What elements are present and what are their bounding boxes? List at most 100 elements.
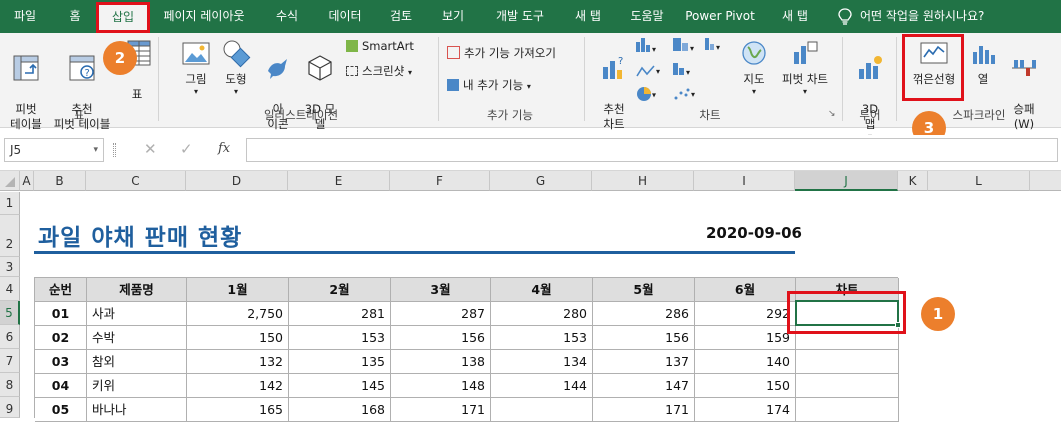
cell-chart[interactable] [796, 374, 899, 398]
row-header-9[interactable]: 9 [0, 397, 20, 418]
tell-me-search[interactable]: 어떤 작업을 원하시나요? [860, 0, 1010, 33]
header-cell-chart[interactable]: 차트 [796, 278, 899, 302]
chevron-down-icon[interactable]: ▾ [93, 139, 98, 161]
fill-handle[interactable] [895, 322, 901, 328]
cell-m4[interactable]: 280 [491, 302, 593, 326]
column-header-a[interactable]: A [20, 171, 34, 191]
header-cell-m1[interactable]: 1월 [187, 278, 289, 302]
tab-formulas[interactable]: 수식 [264, 0, 310, 33]
column-chart-button[interactable]: ▾ [636, 38, 656, 55]
cell-m1[interactable]: 165 [187, 398, 289, 422]
hierarchy-chart-button[interactable]: ▾ [673, 38, 694, 54]
picture-button[interactable]: 그림 ▾ [176, 38, 216, 97]
cell-m5[interactable]: 286 [593, 302, 695, 326]
lightbulb-icon[interactable] [830, 0, 860, 33]
cell-m2[interactable]: 153 [289, 326, 391, 350]
row-header-4[interactable]: 4 [0, 277, 20, 301]
column-header-f[interactable]: F [390, 171, 490, 191]
cell-m5[interactable]: 137 [593, 350, 695, 374]
tab-new-1[interactable]: 새 탭 [563, 0, 613, 33]
cell-m1[interactable]: 132 [187, 350, 289, 374]
cell-m2[interactable]: 281 [289, 302, 391, 326]
sheet-title[interactable]: 과일 야채 판매 현황 [38, 218, 242, 252]
line-chart-button[interactable]: ▾ [636, 63, 660, 78]
sparkline-line-button[interactable]: 꺾은선형 [905, 38, 963, 87]
cell-m1[interactable]: 142 [187, 374, 289, 398]
cell-m4[interactable] [491, 398, 593, 422]
smartart-button[interactable]: SmartArt [346, 39, 414, 53]
column-header-d[interactable]: D [186, 171, 288, 191]
cell-m3[interactable]: 171 [391, 398, 491, 422]
cell-m3[interactable]: 156 [391, 326, 491, 350]
insert-function-icon[interactable]: fx [218, 141, 230, 156]
header-cell-m2[interactable]: 2월 [289, 278, 391, 302]
column-header-b[interactable]: B [34, 171, 86, 191]
cell-m2[interactable]: 145 [289, 374, 391, 398]
tab-page-layout[interactable]: 페이지 레이아웃 [154, 0, 254, 33]
enter-icon[interactable]: ✓ [180, 140, 193, 158]
cell-chart[interactable] [796, 326, 899, 350]
cell-m2[interactable]: 168 [289, 398, 391, 422]
tab-data[interactable]: 데이터 [318, 0, 372, 33]
tab-developer[interactable]: 개발 도구 [484, 0, 556, 33]
cell-m5[interactable]: 171 [593, 398, 695, 422]
cell-chart[interactable] [796, 350, 899, 374]
tab-new-2[interactable]: 새 탭 [770, 0, 820, 33]
column-header-h[interactable]: H [592, 171, 694, 191]
screenshot-button[interactable]: 스크린샷 ▾ [346, 63, 412, 79]
name-box[interactable]: J5 ▾ [4, 138, 104, 162]
header-cell-seq[interactable]: 순번 [35, 278, 87, 302]
row-header-7[interactable]: 7 [0, 349, 20, 373]
cell-m5[interactable]: 147 [593, 374, 695, 398]
my-addins-button[interactable]: 내 추가 기능 ▾ [447, 77, 531, 93]
cell-m6[interactable]: 140 [695, 350, 796, 374]
cell-m5[interactable]: 156 [593, 326, 695, 350]
cell-m4[interactable]: 153 [491, 326, 593, 350]
row-header-8[interactable]: 8 [0, 373, 20, 397]
column-header-k[interactable]: K [898, 171, 928, 191]
cell-name[interactable]: 참외 [87, 350, 187, 374]
pie-chart-button[interactable]: ▾ [636, 86, 656, 102]
waterfall-chart-button[interactable]: ▾ [705, 38, 720, 53]
cell-name[interactable]: 수박 [87, 326, 187, 350]
scatter-chart-button[interactable]: ▾ [673, 86, 695, 101]
get-addins-button[interactable]: 추가 기능 가져오기 [447, 45, 556, 61]
cell-m3[interactable]: 287 [391, 302, 491, 326]
cell-m3[interactable]: 148 [391, 374, 491, 398]
column-header-j[interactable]: J [795, 171, 898, 191]
header-cell-m4[interactable]: 4월 [491, 278, 593, 302]
worksheet-grid[interactable]: A B C D E F G H I J K L 1 2 3 4 5 6 7 8 … [0, 171, 1061, 422]
tab-insert[interactable]: 삽입 [98, 4, 148, 33]
sparkline-column-button[interactable]: 열 [966, 38, 1000, 87]
tab-view[interactable]: 보기 [430, 0, 476, 33]
cell-m6[interactable]: 292 [695, 302, 796, 326]
cell-seq[interactable]: 04 [35, 374, 87, 398]
sheet-date[interactable]: 2020-09-06 [706, 224, 802, 242]
cell-m4[interactable]: 144 [491, 374, 593, 398]
select-all-corner[interactable] [0, 171, 20, 191]
cell-seq[interactable]: 01 [35, 302, 87, 326]
column-header-i[interactable]: I [694, 171, 795, 191]
formula-bar-grip[interactable] [113, 143, 116, 157]
cell-m1[interactable]: 2,750 [187, 302, 289, 326]
cell-seq[interactable]: 02 [35, 326, 87, 350]
row-header-2[interactable]: 2 [0, 215, 20, 257]
cell-m6[interactable]: 174 [695, 398, 796, 422]
cancel-icon[interactable]: ✕ [144, 140, 157, 158]
tab-file[interactable]: 파일 [2, 0, 48, 33]
header-cell-m3[interactable]: 3월 [391, 278, 491, 302]
cell-seq[interactable]: 05 [35, 398, 87, 422]
cell-m6[interactable]: 159 [695, 326, 796, 350]
shapes-button[interactable]: 도형 ▾ [216, 38, 256, 97]
column-header-c[interactable]: C [86, 171, 186, 191]
selected-cell-j5[interactable] [795, 300, 899, 326]
column-header-e[interactable]: E [288, 171, 390, 191]
cell-m4[interactable]: 134 [491, 350, 593, 374]
row-header-3[interactable]: 3 [0, 257, 20, 277]
row-header-6[interactable]: 6 [0, 325, 20, 349]
statistic-chart-button[interactable]: ▾ [673, 63, 690, 78]
maps-button[interactable]: 지도 ▾ [734, 38, 774, 97]
cell-name[interactable]: 사과 [87, 302, 187, 326]
dialog-launcher-icon[interactable]: ↘ [828, 109, 836, 119]
cell-seq[interactable]: 03 [35, 350, 87, 374]
